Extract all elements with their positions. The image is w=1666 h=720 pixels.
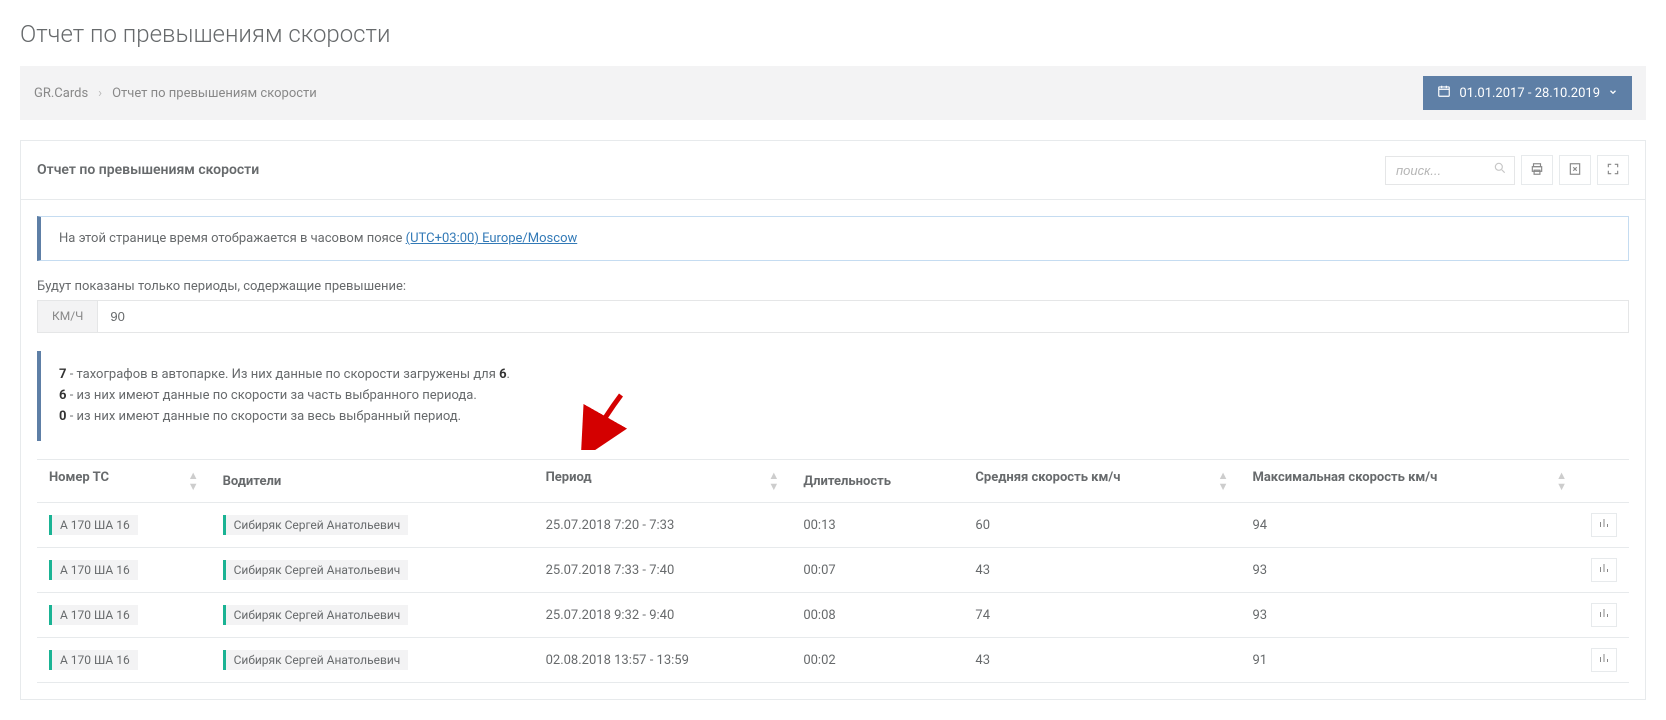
export-excel-button[interactable]	[1559, 155, 1591, 185]
date-range-picker[interactable]: 01.01.2017 - 28.10.2019	[1423, 76, 1632, 110]
cell-period: 25.07.2018 7:20 - 7:33	[534, 503, 792, 548]
sort-icon: ▲▼	[1218, 470, 1229, 492]
row-chart-button[interactable]	[1591, 648, 1617, 672]
breadcrumb-root[interactable]: GR.Cards	[34, 86, 88, 101]
timezone-notice: На этой странице время отображается в ча…	[37, 216, 1629, 261]
row-chart-button[interactable]	[1591, 513, 1617, 537]
row-chart-button[interactable]	[1591, 603, 1617, 627]
table-row: А 170 ША 16 Сибиряк Сергей Анатольевич 25.…	[37, 548, 1629, 593]
print-button[interactable]	[1521, 155, 1553, 185]
cell-period: 25.07.2018 7:33 - 7:40	[534, 548, 792, 593]
table-row: А 170 ША 16 Сибиряк Сергей Анатольевич 02.…	[37, 638, 1629, 683]
cell-duration: 00:08	[791, 593, 963, 638]
timezone-notice-text: На этой странице время отображается в ча…	[59, 231, 406, 246]
excel-icon	[1568, 162, 1582, 179]
vehicle-tag[interactable]: А 170 ША 16	[49, 560, 138, 580]
speed-threshold-input[interactable]	[98, 301, 1628, 332]
breadcrumb: GR.Cards › Отчет по превышениям скорости	[34, 86, 317, 101]
col-vehicle[interactable]: Номер ТС▲▼	[37, 460, 211, 503]
speed-unit-label: КМ/Ч	[38, 301, 98, 332]
sort-icon: ▲▼	[188, 470, 199, 492]
cell-max: 93	[1240, 593, 1579, 638]
bar-chart-icon	[1598, 562, 1610, 578]
cell-max: 94	[1240, 503, 1579, 548]
cell-avg: 43	[963, 638, 1240, 683]
driver-tag[interactable]: Сибиряк Сергей Анатольевич	[223, 515, 409, 535]
col-avg-speed[interactable]: Средняя скорость км/ч▲▼	[963, 460, 1240, 503]
table-row: А 170 ША 16 Сибиряк Сергей Анатольевич 25.…	[37, 593, 1629, 638]
row-chart-button[interactable]	[1591, 558, 1617, 582]
report-panel: Отчет по превышениям скорости	[20, 140, 1646, 700]
cell-avg: 43	[963, 548, 1240, 593]
cell-max: 91	[1240, 638, 1579, 683]
timezone-link[interactable]: (UTC+03:00) Europe/Moscow	[406, 231, 578, 246]
col-drivers[interactable]: Водители	[211, 460, 534, 503]
col-period[interactable]: Период▲▼	[534, 460, 792, 503]
fullscreen-button[interactable]	[1597, 155, 1629, 185]
violations-table: Номер ТС▲▼ Водители Период▲▼ Длительност…	[37, 459, 1629, 683]
breadcrumb-bar: GR.Cards › Отчет по превышениям скорости…	[20, 66, 1646, 120]
cell-duration: 00:13	[791, 503, 963, 548]
col-max-speed[interactable]: Максимальная скорость км/ч▲▼	[1240, 460, 1579, 503]
stats-loaded-count: 6	[499, 367, 506, 382]
table-row: А 170 ША 16 Сибиряк Сергей Анатольевич 25.…	[37, 503, 1629, 548]
sort-icon: ▲▼	[768, 470, 779, 492]
col-duration[interactable]: Длительность	[791, 460, 963, 503]
cell-avg: 60	[963, 503, 1240, 548]
bar-chart-icon	[1598, 652, 1610, 668]
cell-period: 02.08.2018 13:57 - 13:59	[534, 638, 792, 683]
cell-duration: 00:07	[791, 548, 963, 593]
cell-duration: 00:02	[791, 638, 963, 683]
filter-label: Будут показаны только периоды, содержащи…	[37, 279, 1629, 294]
calendar-icon	[1437, 84, 1451, 102]
chevron-down-icon	[1608, 86, 1618, 101]
vehicle-tag[interactable]: А 170 ША 16	[49, 515, 138, 535]
driver-tag[interactable]: Сибиряк Сергей Анатольевич	[223, 650, 409, 670]
breadcrumb-separator: ›	[98, 86, 102, 101]
cell-period: 25.07.2018 9:32 - 9:40	[534, 593, 792, 638]
vehicle-tag[interactable]: А 170 ША 16	[49, 605, 138, 625]
breadcrumb-current: Отчет по превышениям скорости	[112, 86, 317, 101]
driver-tag[interactable]: Сибиряк Сергей Анатольевич	[223, 605, 409, 625]
cell-avg: 74	[963, 593, 1240, 638]
sort-icon: ▲▼	[1556, 470, 1567, 492]
print-icon	[1530, 162, 1544, 179]
panel-title: Отчет по превышениям скорости	[37, 162, 259, 178]
expand-icon	[1606, 162, 1620, 179]
cell-max: 93	[1240, 548, 1579, 593]
bar-chart-icon	[1598, 607, 1610, 623]
page-title: Отчет по превышениям скорости	[20, 20, 1646, 48]
search-icon	[1493, 161, 1507, 179]
speed-threshold-group: КМ/Ч	[37, 300, 1629, 333]
bar-chart-icon	[1598, 517, 1610, 533]
date-range-text: 01.01.2017 - 28.10.2019	[1459, 86, 1600, 101]
vehicle-tag[interactable]: А 170 ША 16	[49, 650, 138, 670]
stats-summary: 7 - тахографов в автопарке. Из них данны…	[37, 351, 1629, 441]
driver-tag[interactable]: Сибиряк Сергей Анатольевич	[223, 560, 409, 580]
